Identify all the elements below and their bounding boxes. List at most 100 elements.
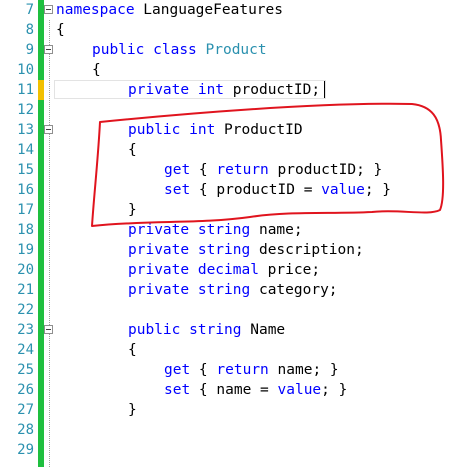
line-number: 25 [17,362,34,378]
collapse-toggle-icon[interactable] [44,5,53,14]
code-line[interactable]: 22 [0,300,476,320]
keyword-token: string [197,242,251,258]
code-line[interactable]: 23 public string Name [0,320,476,340]
text-token: { [128,342,137,358]
code-text[interactable]: } [128,200,137,220]
keyword-token: return [216,162,269,178]
code-text[interactable]: { [128,340,137,360]
code-line[interactable]: 20 private decimal price; [0,260,476,280]
keyword-token: public [92,42,145,58]
line-number: 27 [17,402,34,418]
code-line[interactable]: 9 public class Product [0,40,476,60]
text-token: { name = [190,382,278,398]
code-line[interactable]: 26 set { name = value; } [0,380,476,400]
code-line[interactable]: 16 set { productID = value; } [0,180,476,200]
collapse-toggle-icon[interactable] [44,45,53,54]
text-token: productID; [224,82,321,98]
text-token: { [190,362,217,378]
keyword-token: int [197,82,225,98]
code-line[interactable]: 27} [0,400,476,420]
code-text[interactable]: private string name; [128,220,303,240]
code-text[interactable]: public class Product [92,40,267,60]
code-text[interactable]: { [92,60,101,80]
keyword-token: value [277,382,322,398]
code-text[interactable]: { [56,20,65,40]
text-token: ; } [321,382,348,398]
text-token: { [128,142,137,158]
keyword-token: int [189,122,216,138]
text-token: category; [250,282,338,298]
keyword-token: namespace [56,2,135,18]
text-token: ProductID [215,122,303,138]
code-line[interactable]: 18 private string name; [0,220,476,240]
code-text[interactable]: private string category; [128,280,338,300]
keyword-token: public [128,122,181,138]
code-line[interactable]: 24 { [0,340,476,360]
keyword-token: public [128,322,181,338]
code-line[interactable]: 29 [0,440,476,460]
code-text[interactable]: namespace LanguageFeatures [56,0,283,20]
text-token: Name [241,322,286,338]
line-number: 28 [17,422,34,438]
text-token: LanguageFeatures [134,2,283,18]
line-number: 9 [25,42,34,58]
line-number: 12 [17,102,34,118]
text-token: name; [250,222,303,238]
code-text[interactable]: get { return name; } [164,360,339,380]
code-line[interactable]: 19 private string description; [0,240,476,260]
code-line[interactable]: 13 public int ProductID [0,120,476,140]
code-line[interactable]: 15 get { return productID; } [0,160,476,180]
collapse-toggle-icon[interactable] [44,325,53,334]
code-line[interactable]: 17} [0,200,476,220]
code-line[interactable]: 14 { [0,140,476,160]
code-text[interactable]: } [128,400,137,420]
code-text[interactable]: set { productID = value; } [164,180,391,200]
text-token: } [128,202,137,218]
text-token: ; } [364,182,392,198]
line-number: 19 [17,242,34,258]
text-token: price; [258,262,321,278]
line-number: 23 [17,322,34,338]
code-text[interactable]: get { return productID; } [164,160,382,180]
code-line[interactable]: 11 private int productID; [0,80,476,100]
code-line[interactable]: 28 [0,420,476,440]
code-editor[interactable]: 7 namespace LanguageFeatures 8{ 9 public cla… [0,0,476,467]
text-token: name; } [268,362,339,378]
code-line[interactable]: 10 { [0,60,476,80]
line-number: 16 [17,182,34,198]
keyword-token: set [164,182,191,198]
code-text[interactable]: private decimal price; [128,260,320,280]
code-text[interactable]: private string description; [128,240,364,260]
collapse-toggle-icon[interactable] [44,125,53,134]
code-text[interactable]: public int ProductID [128,120,303,140]
keyword-token: private [128,242,190,258]
code-line[interactable]: 12 [0,100,476,120]
text-token: } [128,402,137,418]
line-number: 10 [17,62,34,78]
line-number: 29 [17,442,34,458]
line-number: 13 [17,122,34,138]
line-number: 26 [17,382,34,398]
code-line[interactable]: 7 namespace LanguageFeatures [0,0,476,20]
code-text[interactable]: { [128,140,137,160]
text-token: { [56,22,65,38]
line-number: 24 [17,342,34,358]
code-text[interactable]: private int productID; [128,80,320,100]
keyword-token: string [197,222,251,238]
code-line[interactable]: 21 private string category; [0,280,476,300]
keyword-token: decimal [197,262,259,278]
line-number: 17 [17,202,34,218]
code-text[interactable]: set { name = value; } [164,380,347,400]
code-text[interactable]: public string Name [128,320,285,340]
code-line[interactable]: 25 get { return name; } [0,360,476,380]
line-number: 14 [17,142,34,158]
keyword-token: set [164,382,191,398]
text-token: description; [250,242,364,258]
code-line[interactable]: 8{ [0,20,476,40]
